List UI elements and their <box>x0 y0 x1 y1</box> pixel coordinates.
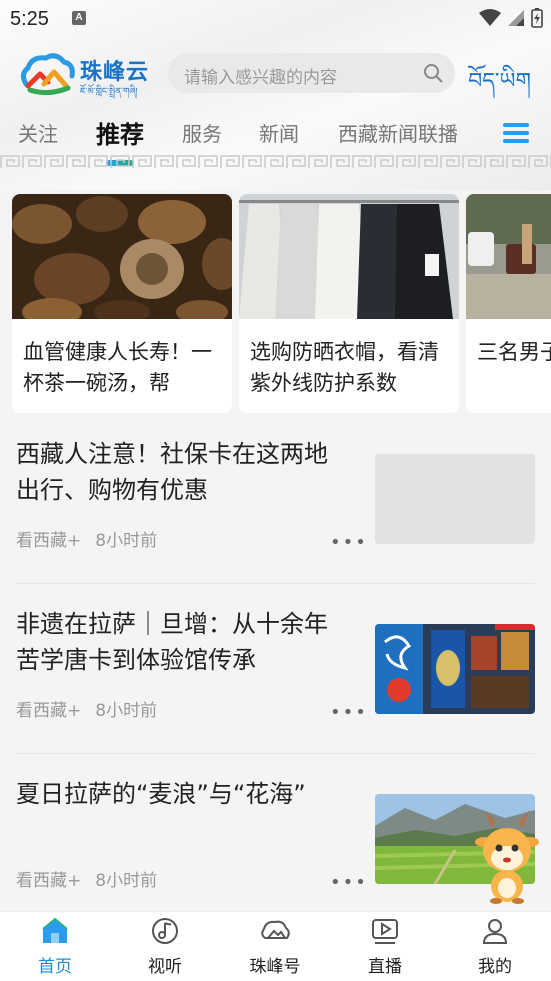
user-icon <box>482 919 508 944</box>
wifi-icon <box>479 9 501 26</box>
news-source: 看西藏+ <box>16 871 82 891</box>
news-thumbnail-placeholder <box>375 454 535 544</box>
news-title: 夏日拉萨的“麦浪”与“花海” <box>16 780 306 808</box>
featured-cards-carousel[interactable]: 血管健康人长寿！一杯茶一碗汤，帮 选购防晒衣帽，看清紫外线防护系数 三名男子 <box>12 194 551 414</box>
status-time: 5:25 <box>10 8 49 30</box>
nav-mine[interactable]: 我的 <box>455 916 535 977</box>
music-note-icon <box>152 918 178 944</box>
decorative-border-pattern <box>0 154 551 170</box>
card-image-street <box>466 194 551 319</box>
nav-home-label: 首页 <box>38 957 72 977</box>
nav-zhufeng-account[interactable]: 珠峰号 <box>235 916 315 977</box>
featured-card[interactable]: 选购防晒衣帽，看清紫外线防护系数 <box>239 194 459 413</box>
card-title: 选购防晒衣帽，看清紫外线防护系数 <box>250 340 439 395</box>
nav-video[interactable]: 视听 <box>125 916 205 977</box>
tab-service[interactable]: 服务 <box>182 118 222 147</box>
more-options-icon[interactable]: ••• <box>330 532 368 553</box>
battery-icon <box>531 8 543 28</box>
nav-mine-label: 我的 <box>478 957 512 977</box>
nav-live-label: 直播 <box>368 957 402 977</box>
search-icon <box>424 64 443 83</box>
news-meta: 看西藏+ 8小时前 <box>16 526 171 551</box>
tab-tibet-news-broadcast[interactable]: 西藏新闻联播 <box>338 118 458 147</box>
news-time: 8小时前 <box>95 701 158 721</box>
nav-zhufeng-label: 珠峰号 <box>249 957 301 977</box>
news-source: 看西藏+ <box>16 531 82 551</box>
news-title: 西藏人注意！社保卡在这两地出行、购物有优惠 <box>16 440 328 504</box>
card-title: 血管健康人长寿！一杯茶一碗汤，帮 <box>23 340 212 395</box>
logo-subtitle: ཇོ་མོ་གླིང་སྤྲིན་གཞི། <box>80 87 138 97</box>
news-thumbnail-thangka <box>375 624 535 714</box>
signal-icon <box>508 10 524 26</box>
app-logo[interactable]: 珠峰云 ཇོ་མོ་གླིང་སྤྲིན་གཞི། <box>18 50 152 100</box>
tab-follow[interactable]: 关注 <box>18 118 58 147</box>
more-options-icon[interactable]: ••• <box>330 702 368 723</box>
tab-recommend[interactable]: 推荐 <box>96 115 144 150</box>
channel-tabs: 关注 推荐 服务 新闻 西藏新闻联播 <box>0 114 551 166</box>
news-item[interactable]: 西藏人注意！社保卡在这两地出行、购物有优惠 看西藏+ 8小时前 ••• <box>16 414 535 584</box>
news-item[interactable]: 夏日拉萨的“麦浪”与“花海” 看西藏+ 8小时前 ••• <box>16 754 535 924</box>
play-icon <box>372 919 398 944</box>
search-placeholder: 请输入感兴趣的内容 <box>184 68 337 88</box>
card-image-clothing <box>239 194 459 319</box>
tibetan-language-button[interactable]: བོད་ཡིག <box>468 56 531 118</box>
nav-video-label: 视听 <box>148 957 182 977</box>
search-bar[interactable]: 请输入感兴趣的内容 <box>168 53 455 93</box>
news-source: 看西藏+ <box>16 701 82 721</box>
nav-live[interactable]: 直播 <box>345 916 425 977</box>
card-title: 三名男子车数百米 <box>477 340 551 364</box>
news-item[interactable]: 非遗在拉萨｜旦增：从十余年苦学唐卡到体验馆传承 看西藏+ 8小时前 ••• <box>16 584 535 754</box>
app-screen: 5:25 A 珠峰云 ཇོ་མོ་གླིང་སྤྲིན་གཞི། 请输入感兴趣的… <box>0 0 551 981</box>
app-header: 珠峰云 ཇོ་མོ་གླིང་སྤྲིན་གཞི། 请输入感兴趣的内容 བོད་… <box>0 46 551 102</box>
card-image-herbs <box>12 194 232 326</box>
featured-card[interactable]: 三名男子车数百米 <box>466 194 551 413</box>
tab-news[interactable]: 新闻 <box>259 118 299 147</box>
notification-icon: A <box>72 11 86 25</box>
bottom-navigation: 首页 视听 珠峰号 直播 我的 <box>0 911 551 981</box>
cloud-icon <box>261 920 290 939</box>
news-title: 非遗在拉萨｜旦增：从十余年苦学唐卡到体验馆传承 <box>16 610 328 674</box>
cloud-logo-icon <box>20 53 75 96</box>
news-meta: 看西藏+ 8小时前 <box>16 696 171 721</box>
nav-home[interactable]: 首页 <box>15 916 95 977</box>
home-icon <box>42 917 68 943</box>
featured-card[interactable]: 血管健康人长寿！一杯茶一碗汤，帮 <box>12 194 232 413</box>
news-meta: 看西藏+ 8小时前 <box>16 866 171 891</box>
news-time: 8小时前 <box>95 531 158 551</box>
channel-menu-icon[interactable] <box>503 122 529 144</box>
status-bar: 5:25 A <box>0 0 551 36</box>
news-feed: 西藏人注意！社保卡在这两地出行、购物有优惠 看西藏+ 8小时前 ••• 非遗在拉萨… <box>0 414 551 924</box>
mascot-floating-icon[interactable] <box>474 808 540 904</box>
more-options-icon[interactable]: ••• <box>330 872 368 893</box>
news-time: 8小时前 <box>95 871 158 891</box>
system-icons <box>479 8 543 28</box>
